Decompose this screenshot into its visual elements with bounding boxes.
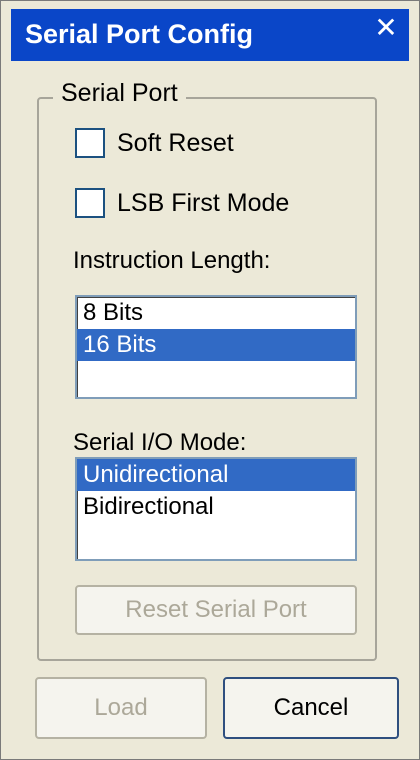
serial-io-mode-list[interactable]: Unidirectional Bidirectional: [75, 457, 357, 561]
serial-port-config-dialog: Serial Port Config ✕ Serial Port Soft Re…: [0, 0, 420, 760]
lsb-first-checkbox[interactable]: [75, 188, 105, 218]
window-title: Serial Port Config: [25, 19, 254, 49]
lsb-first-label[interactable]: LSB First Mode: [117, 189, 289, 218]
lsb-first-row[interactable]: LSB First Mode: [75, 185, 289, 221]
list-item-selected[interactable]: 16 Bits: [77, 329, 355, 361]
instruction-length-list[interactable]: 8 Bits 16 Bits: [75, 295, 357, 399]
list-item[interactable]: Bidirectional: [77, 491, 355, 523]
group-label: Serial Port: [53, 79, 186, 108]
serial-io-mode-label: Serial I/O Mode:: [73, 429, 247, 456]
title-bar[interactable]: Serial Port Config ✕: [11, 9, 409, 61]
instruction-length-label: Instruction Length:: [73, 247, 271, 274]
reset-serial-port-button[interactable]: Reset Serial Port: [75, 585, 357, 635]
serial-port-group: Serial Port Soft Reset LSB First Mode In…: [37, 79, 377, 661]
list-item[interactable]: 8 Bits: [77, 297, 355, 329]
soft-reset-checkbox[interactable]: [75, 128, 105, 158]
soft-reset-row[interactable]: Soft Reset: [75, 125, 234, 161]
list-item-selected[interactable]: Unidirectional: [77, 459, 355, 491]
load-button[interactable]: Load: [35, 677, 207, 739]
soft-reset-label[interactable]: Soft Reset: [117, 129, 234, 158]
cancel-button[interactable]: Cancel: [223, 677, 399, 739]
close-icon[interactable]: ✕: [371, 13, 401, 43]
